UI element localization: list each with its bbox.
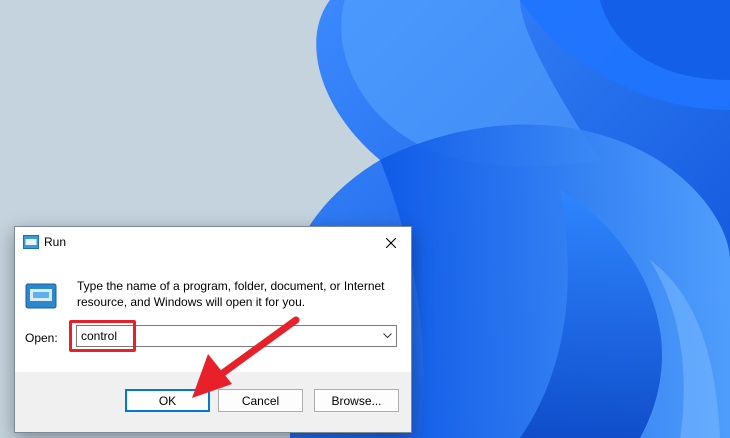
dialog-description: Type the name of a program, folder, docu…	[77, 279, 385, 309]
browse-button-label: Browse...	[331, 393, 382, 408]
cancel-button-label: Cancel	[241, 393, 280, 408]
cancel-button[interactable]: Cancel	[218, 389, 303, 412]
run-app-icon	[23, 235, 39, 249]
browse-button[interactable]: Browse...	[314, 389, 399, 412]
dialog-titlebar[interactable]: Run	[15, 227, 411, 258]
run-dialog: Run Type the name of a program, folder, …	[14, 226, 412, 433]
close-icon	[386, 237, 396, 248]
dialog-title: Run	[44, 235, 67, 249]
open-label: Open:	[25, 331, 58, 345]
input-highlight-box	[69, 320, 136, 352]
dropdown-button[interactable]	[378, 326, 396, 346]
ok-button-label: OK	[158, 393, 177, 408]
chevron-down-icon	[382, 333, 392, 339]
ok-button[interactable]: OK	[125, 389, 210, 412]
close-button[interactable]	[371, 227, 411, 258]
dialog-body: Type the name of a program, folder, docu…	[15, 258, 411, 372]
run-icon	[25, 281, 57, 311]
